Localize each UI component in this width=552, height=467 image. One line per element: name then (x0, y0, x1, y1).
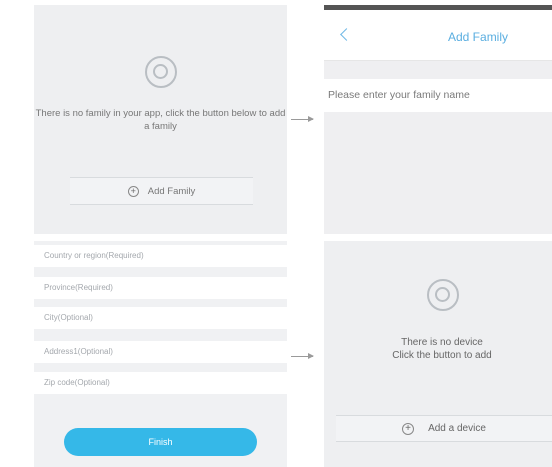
ring-logo-icon (427, 279, 459, 311)
finish-button[interactable]: Finish (64, 428, 257, 456)
chevron-left-icon[interactable] (340, 28, 353, 41)
ring-logo-icon (145, 56, 177, 88)
empty-family-message: There is no family in your app, click th… (35, 108, 286, 132)
address1-field[interactable]: Address1(Optional) (34, 341, 287, 363)
province-field[interactable]: Province(Required) (34, 277, 287, 299)
flow-arrow-icon (291, 353, 314, 359)
add-device-label: Add a device (428, 423, 486, 434)
page-title: Add Family (448, 30, 509, 44)
flow-arrow-icon (291, 116, 314, 122)
empty-device-line-2: Click the button to add (392, 350, 492, 361)
empty-family-screen: There is no family in your app, click th… (34, 5, 287, 234)
country-field[interactable]: Country or region(Required) (34, 245, 287, 267)
nav-bar: Add Family (324, 10, 552, 61)
address-form-screen: Country or region(Required) Province(Req… (34, 241, 287, 467)
empty-device-line-1: There is no device (401, 337, 483, 348)
plus-circle-icon: + (402, 422, 415, 435)
empty-device-screen: There is no device Click the button to a… (324, 241, 552, 467)
add-family-button[interactable]: + Add Family (70, 177, 253, 205)
empty-device-message: There is no device Click the button to a… (324, 336, 552, 362)
zip-code-field[interactable]: Zip code(Optional) (34, 372, 287, 394)
add-device-button[interactable]: + Add a device (336, 415, 552, 442)
plus-circle-icon: + (127, 185, 139, 197)
family-name-input[interactable]: Please enter your family name (324, 79, 552, 112)
add-family-screen: Add Family Please enter your family name (324, 5, 552, 234)
add-family-label: Add Family (147, 185, 196, 197)
city-field[interactable]: City(Optional) (34, 307, 287, 329)
